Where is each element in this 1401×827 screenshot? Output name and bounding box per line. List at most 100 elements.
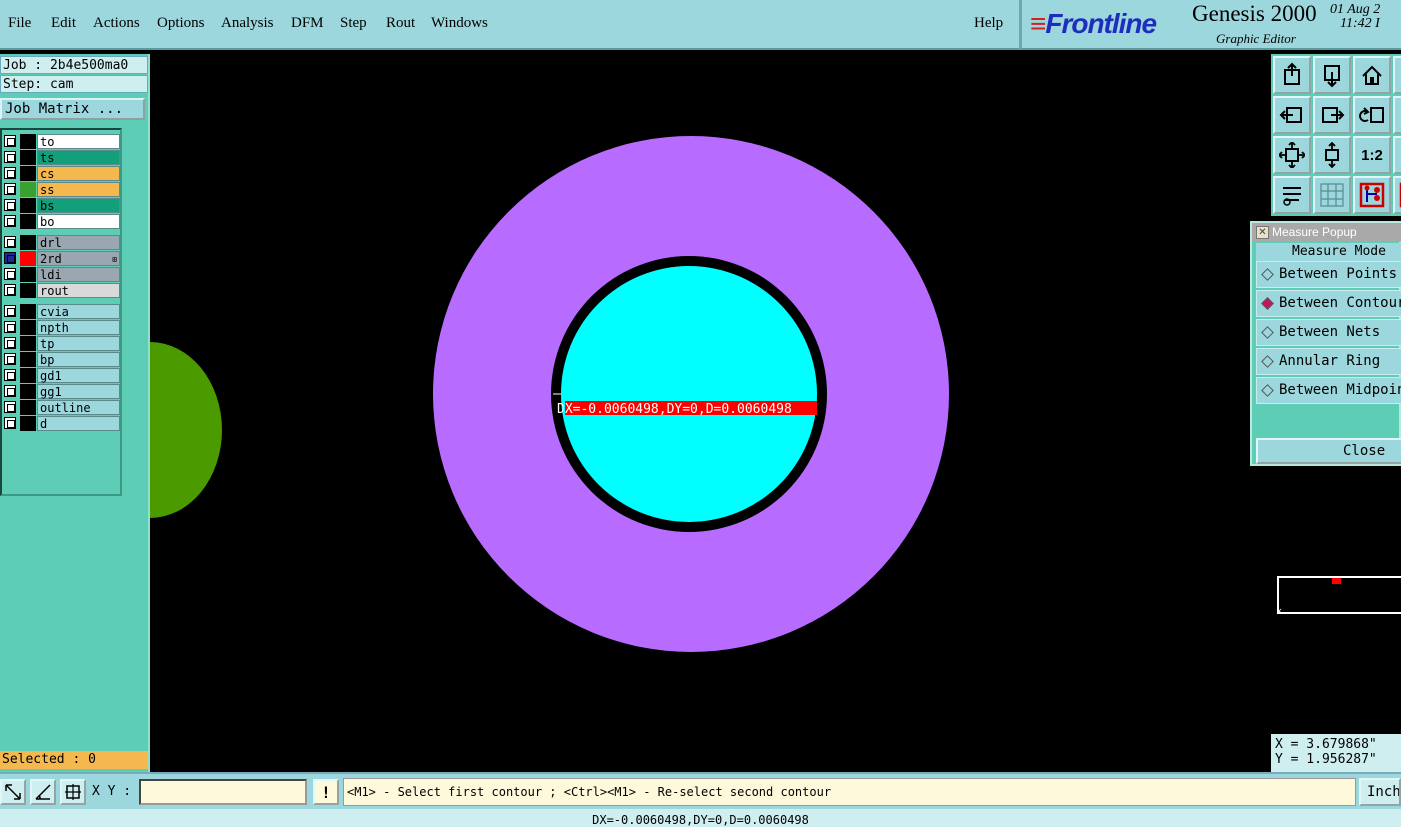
layer-checkbox[interactable] <box>4 215 16 227</box>
one-to-one-button[interactable]: 1:2 <box>1353 136 1391 174</box>
layer-name[interactable]: outline <box>37 400 120 415</box>
menu-options[interactable]: Options <box>157 15 205 32</box>
layer-color-swatch[interactable] <box>20 352 36 367</box>
layer-color-swatch[interactable] <box>20 251 36 266</box>
menu-help[interactable]: Help <box>974 15 1003 32</box>
grid-button[interactable] <box>1313 176 1351 214</box>
layer-name[interactable]: ts <box>37 150 120 165</box>
measure-mode-button[interactable] <box>30 779 56 805</box>
pan-left-button[interactable] <box>1273 96 1311 134</box>
page-right-button[interactable] <box>1393 56 1401 94</box>
measure-option-between-midpoints[interactable]: Between Midpoints <box>1256 377 1401 404</box>
layer-row-cs[interactable]: cs <box>4 166 120 181</box>
layer-row-bs[interactable]: bs <box>4 198 120 213</box>
layer-row-gd1[interactable]: gd1 <box>4 368 120 383</box>
layer-row-outline[interactable]: outline <box>4 400 120 415</box>
layer-checkbox[interactable] <box>4 236 16 248</box>
menu-analysis[interactable]: Analysis <box>221 15 274 32</box>
layer-checkbox[interactable] <box>4 417 16 429</box>
graphic-canvas[interactable]: DX=-0.0060498,DY=0,D=0.0060498 <box>150 54 1271 772</box>
layer-checkbox[interactable] <box>4 183 16 195</box>
measure-option-between-contours[interactable]: Between Contours <box>1256 290 1401 317</box>
layer-checkbox[interactable] <box>4 167 16 179</box>
tools-button[interactable] <box>1273 176 1311 214</box>
layer-checkbox[interactable] <box>4 337 16 349</box>
home-button[interactable] <box>1353 56 1391 94</box>
layer-checkbox[interactable] <box>4 369 16 381</box>
layer-name[interactable]: npth <box>37 320 120 335</box>
menu-dfm[interactable]: DFM <box>291 15 324 32</box>
zoom-home-up-button[interactable] <box>1273 56 1311 94</box>
zoom-home-down-button[interactable] <box>1313 56 1351 94</box>
layer-name[interactable]: tp <box>37 336 120 351</box>
menu-edit[interactable]: Edit <box>51 15 76 32</box>
menu-actions[interactable]: Actions <box>93 15 140 32</box>
redo-zoom-button[interactable] <box>1393 96 1401 134</box>
layer-color-swatch[interactable] <box>20 304 36 319</box>
menu-rout[interactable]: Rout <box>386 15 415 32</box>
layer-checkbox[interactable] <box>4 199 16 211</box>
layer-row-rout[interactable]: rout <box>4 283 120 298</box>
layer-row-drl[interactable]: drl <box>4 235 120 250</box>
layer-name[interactable]: cs <box>37 166 120 181</box>
drill-hole-circle[interactable] <box>561 266 817 522</box>
layer-name[interactable]: drl <box>37 235 120 250</box>
layer-color-swatch[interactable] <box>20 283 36 298</box>
layer-name[interactable]: rout <box>37 283 120 298</box>
zoom-arrow-button[interactable] <box>0 779 26 805</box>
net-button[interactable] <box>1393 176 1401 214</box>
job-matrix-button[interactable]: Job Matrix ... <box>0 98 145 120</box>
layer-color-swatch[interactable] <box>20 416 36 431</box>
layer-row-to[interactable]: to <box>4 134 120 149</box>
layer-row-cvia[interactable]: cvia <box>4 304 120 319</box>
layer-name[interactable]: bp <box>37 352 120 367</box>
layer-row-gg1[interactable]: gg1 <box>4 384 120 399</box>
layer-row-d[interactable]: d <box>4 416 120 431</box>
layer-name[interactable]: gg1 <box>37 384 120 399</box>
layer-checkbox[interactable] <box>4 135 16 147</box>
layer-row-ldi[interactable]: ldi <box>4 267 120 282</box>
undo-zoom-button[interactable] <box>1353 96 1391 134</box>
menu-file[interactable]: File <box>8 15 31 32</box>
layer-row-bp[interactable]: bp <box>4 352 120 367</box>
layer-name[interactable]: to <box>37 134 120 149</box>
measure-option-annular-ring[interactable]: Annular Ring <box>1256 348 1401 375</box>
layer-row-ts[interactable]: ts <box>4 150 120 165</box>
menu-windows[interactable]: Windows <box>431 15 488 32</box>
pan-right-button[interactable] <box>1313 96 1351 134</box>
measure-popup-titlebar[interactable]: ✕ Measure Popup <box>1252 223 1401 242</box>
layer-row-ss[interactable]: ss <box>4 182 120 197</box>
layer-name[interactable]: bo <box>37 214 120 229</box>
layer-checkbox[interactable] <box>4 401 16 413</box>
units-button[interactable]: Inch <box>1359 778 1401 806</box>
layer-color-swatch[interactable] <box>20 235 36 250</box>
radio-diamond-icon[interactable] <box>1261 326 1274 339</box>
layer-color-swatch[interactable] <box>20 166 36 181</box>
layer-color-swatch[interactable] <box>20 134 36 149</box>
close-window-icon[interactable]: ✕ <box>1256 226 1269 239</box>
menu-step[interactable]: Step <box>340 15 367 32</box>
layer-checkbox[interactable] <box>4 321 16 333</box>
layer-row-2rd[interactable]: 2rd ⊞ <box>4 251 120 266</box>
snap-button[interactable] <box>1353 176 1391 214</box>
radio-diamond-icon[interactable] <box>1261 384 1274 397</box>
snap-grid-button[interactable] <box>60 779 86 805</box>
layer-row-npth[interactable]: npth <box>4 320 120 335</box>
layer-name[interactable]: ldi <box>37 267 120 282</box>
layer-name[interactable]: cvia <box>37 304 120 319</box>
zoom-box-button[interactable] <box>1393 136 1401 174</box>
measure-option-between-nets[interactable]: Between Nets <box>1256 319 1401 346</box>
layer-checkbox[interactable] <box>4 151 16 163</box>
layer-name[interactable]: ss <box>37 182 120 197</box>
layer-color-swatch[interactable] <box>20 267 36 282</box>
layer-name[interactable]: bs <box>37 198 120 213</box>
measure-option-between-points[interactable]: Between Points <box>1256 261 1401 288</box>
layer-color-swatch[interactable] <box>20 214 36 229</box>
layer-checkbox[interactable] <box>4 305 16 317</box>
layer-color-swatch[interactable] <box>20 150 36 165</box>
layer-name[interactable]: d <box>37 416 120 431</box>
layer-checkbox[interactable] <box>4 284 16 296</box>
layer-checkbox[interactable] <box>4 385 16 397</box>
close-button[interactable]: Close <box>1256 438 1401 464</box>
layer-color-swatch[interactable] <box>20 400 36 415</box>
